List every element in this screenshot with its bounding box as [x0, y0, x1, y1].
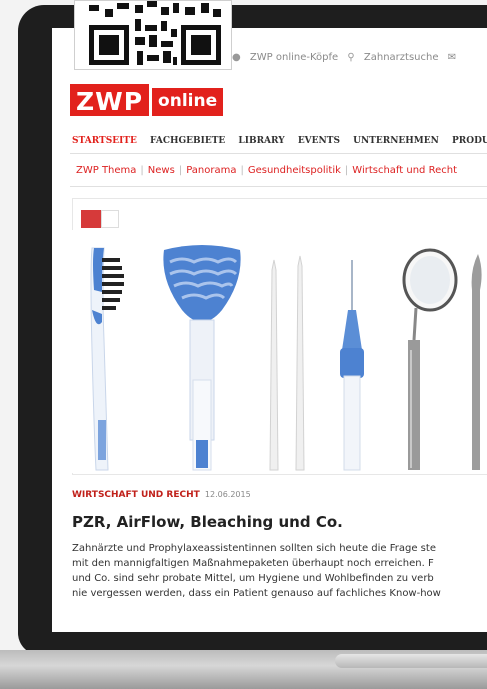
article-teaser-line: nie vergessen werden, dass ein Patient g… — [72, 588, 441, 599]
subnav-panorama[interactable]: Panorama — [186, 165, 236, 176]
logo-zwp: ZWP — [70, 84, 150, 116]
nav-startseite[interactable]: STARTSEITE — [72, 136, 137, 146]
qr-code — [74, 0, 232, 70]
slider-indicator[interactable] — [101, 210, 119, 228]
top-link-zahnarztsuche[interactable]: Zahnarztsuche — [364, 52, 439, 63]
subnav-wirtschaft-recht[interactable]: Wirtschaft und Recht — [352, 165, 457, 176]
top-links: ● ZWP online-Köpfe ⚲ Zahnarztsuche ✉ — [232, 52, 462, 63]
subnav-news[interactable]: News — [148, 165, 175, 176]
subnav-separator: | — [240, 165, 244, 176]
article-headline[interactable]: PZR, AirFlow, Bleaching und Co. — [72, 513, 343, 531]
nav-library[interactable]: LIBRARY — [238, 136, 284, 146]
search-icon: ⚲ — [347, 52, 355, 63]
article-teaser: Zahnärzte und Prophylaxeassistentinnen s… — [72, 541, 487, 601]
subnav-zwp-thema[interactable]: ZWP Thema — [76, 165, 136, 176]
person-icon: ● — [232, 52, 241, 63]
article-date: 12.06.2015 — [204, 490, 251, 499]
article-teaser-line: mit den mannigfaltigen Maßnahmepaketen ü… — [72, 558, 434, 569]
subnav-divider — [70, 186, 487, 187]
top-link-koepfe[interactable]: ZWP online-Köpfe — [250, 52, 338, 63]
zwp-logo[interactable]: ZWP online — [70, 84, 224, 116]
logo-online: online — [149, 88, 224, 116]
article-category-label: WIRTSCHAFT UND RECHT — [72, 490, 200, 500]
main-nav: STARTSEITE FACHGEBIETE LIBRARY EVENTS UN… — [72, 136, 487, 146]
nav-divider — [70, 153, 487, 154]
article-teaser-line: und Co. sind sehr probate Mittel, um Hyg… — [72, 573, 434, 584]
qr-code-icon — [85, 1, 223, 69]
slider-indicator-active[interactable] — [81, 210, 101, 228]
mail-icon[interactable]: ✉ — [448, 52, 456, 63]
sub-nav: ZWP Thema | News | Panorama | Gesundheitspolit… — [76, 165, 457, 176]
article-teaser-line: Zahnärzte und Prophylaxeassistentinnen s… — [72, 543, 436, 554]
subnav-separator: | — [178, 165, 183, 176]
nav-events[interactable]: EVENTS — [298, 136, 340, 146]
hero-image[interactable] — [72, 230, 487, 473]
subnav-gesundheitspolitik[interactable]: Gesundheitspolitik — [248, 165, 341, 176]
nav-produkte[interactable]: PRODUKTE — [452, 136, 487, 146]
nav-fachgebiete[interactable]: FACHGEBIETE — [150, 136, 225, 146]
nav-unternehmen[interactable]: UNTERNEHMEN — [353, 136, 439, 146]
article-category[interactable]: WIRTSCHAFT UND RECHT 12.06.2015 — [72, 490, 251, 500]
subnav-separator: | — [344, 165, 349, 176]
subnav-separator: | — [140, 165, 144, 176]
laptop-lip — [335, 654, 487, 668]
